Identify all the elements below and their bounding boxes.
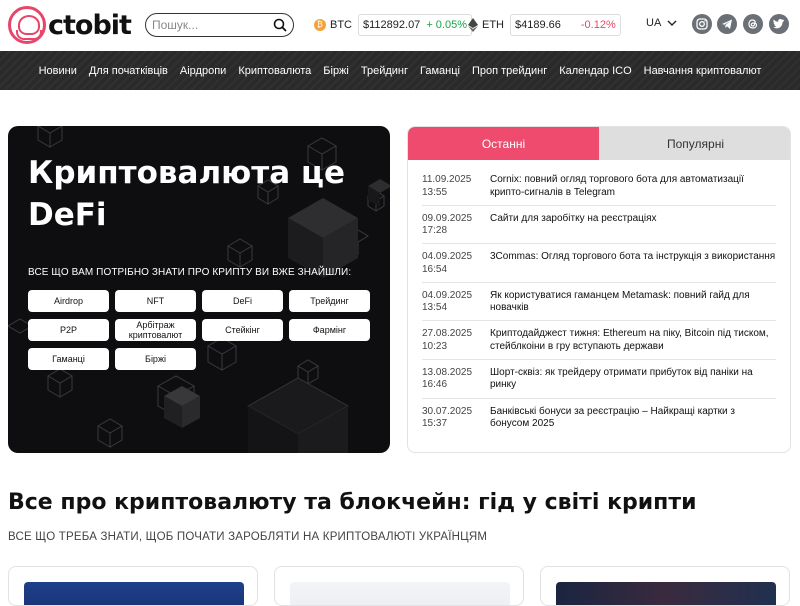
news-time: 15:37 [422, 418, 448, 430]
language-selector[interactable]: UA [646, 17, 677, 29]
news-title[interactable]: 3Commas: Огляд торгового бота та інструк… [490, 251, 776, 264]
chevron-down-icon [667, 20, 677, 26]
search-icon[interactable] [273, 18, 287, 32]
hero-title: Криптовалюта це DeFi [28, 155, 345, 233]
news-time: 17:28 [422, 225, 448, 237]
news-title[interactable]: Шорт-сквіз: як трейдеру отримати прибуто… [490, 367, 776, 392]
nav-item-beginners[interactable]: Для початківців [83, 65, 174, 77]
site-header: ctobit ₿ BTC $112892.07 + 0.05% ETH $418… [0, 0, 800, 50]
news-title[interactable]: Криптодайджест тижня: Ethereum на піку, … [490, 328, 776, 353]
octopus-logo-icon [8, 6, 46, 44]
nav-item-prop-trading[interactable]: Проп трейдинг [466, 65, 553, 77]
news-title[interactable]: Як користуватися гаманцем Metamask: повн… [490, 290, 776, 315]
threads-icon[interactable] [743, 14, 763, 34]
news-time: 13:55 [422, 186, 448, 198]
twitter-icon[interactable] [769, 14, 789, 34]
chip-farming[interactable]: Фармінг [289, 319, 370, 341]
eth-price: $4189.66 [515, 19, 561, 31]
main-nav: Новини Для початківців Аірдропи Криптова… [0, 51, 800, 90]
btc-price: $112892.07 [363, 19, 421, 31]
instagram-icon[interactable] [692, 14, 712, 34]
section-title: Все про криптовалюту та блокчейн: гід у … [8, 490, 697, 515]
list-item[interactable]: 04.09.2025 16:54 3Commas: Огляд торгового… [422, 244, 776, 283]
article-card[interactable] [274, 566, 524, 606]
chip-defi[interactable]: DeFi [202, 290, 283, 312]
news-time: 10:23 [422, 340, 448, 352]
eth-change: -0.12% [580, 19, 616, 31]
nav-item-exchanges[interactable]: Біржі [317, 65, 355, 77]
logo[interactable]: ctobit [8, 6, 132, 44]
nav-item-trading[interactable]: Трейдинг [355, 65, 414, 77]
btc-ticker[interactable]: ₿ BTC $112892.07 + 0.05% [314, 13, 472, 37]
news-time: 16:46 [422, 379, 448, 391]
news-date: 09.09.2025 [422, 212, 473, 224]
news-panel: Останні Популярні 11.09.2025 13:55 Cornix… [407, 126, 791, 453]
hero-banner: Криптовалюта це DeFi ВСЕ ЩО ВАМ ПОТРІБНО… [8, 126, 390, 453]
chip-arbitrage[interactable]: Арбітраж криптовалют [115, 319, 196, 341]
list-item[interactable]: 30.07.2025 15:37 Банківські бонуси за реє… [422, 399, 776, 438]
news-time: 16:54 [422, 263, 448, 275]
news-date: 11.09.2025 [422, 174, 472, 185]
section-subtitle: ВСЕ ЩО ТРЕБА ЗНАТИ, ЩОБ ПОЧАТИ ЗАРОБЛЯТИ… [8, 531, 488, 543]
chip-wallets[interactable]: Гаманці [28, 348, 109, 370]
news-date: 04.09.2025 [422, 289, 473, 301]
tab-popular[interactable]: Популярні [599, 127, 790, 160]
ethereum-icon [468, 18, 478, 32]
chip-p2p[interactable]: P2P [28, 319, 109, 341]
list-item[interactable]: 11.09.2025 13:55 Cornix: повний огляд тор… [422, 167, 776, 206]
article-image [290, 582, 510, 605]
search-input[interactable] [152, 18, 267, 32]
article-image [556, 582, 776, 605]
news-title[interactable]: Сайти для заробітку на реєстраціях [490, 213, 776, 226]
list-item[interactable]: 04.09.2025 13:54 Як користуватися гаманце… [422, 283, 776, 322]
bitcoin-icon: ₿ [314, 19, 326, 31]
list-item[interactable]: 09.09.2025 17:28 Сайти для заробітку на р… [422, 206, 776, 245]
news-date: 04.09.2025 [422, 251, 473, 263]
tab-latest[interactable]: Останні [408, 127, 599, 160]
article-image [24, 582, 244, 605]
language-current: UA [646, 17, 662, 29]
chip-airdrop[interactable]: Airdrop [28, 290, 109, 312]
nav-item-crypto-learning[interactable]: Навчання криптовалют [638, 65, 768, 77]
news-list: 11.09.2025 13:55 Cornix: повний огляд тор… [422, 167, 776, 437]
eth-ticker[interactable]: ETH $4189.66 -0.12% [468, 13, 621, 37]
eth-symbol: ETH [482, 19, 504, 31]
chip-trading[interactable]: Трейдинг [289, 290, 370, 312]
hero-subtitle: ВСЕ ЩО ВАМ ПОТРІБНО ЗНАТИ ПРО КРИПТУ ВИ … [28, 267, 352, 278]
news-date: 30.07.2025 [422, 405, 473, 417]
logo-text: ctobit [48, 9, 132, 41]
telegram-icon[interactable] [717, 14, 737, 34]
nav-item-wallets[interactable]: Гаманці [414, 65, 466, 77]
list-item[interactable]: 13.08.2025 16:46 Шорт-сквіз: як трейдеру … [422, 360, 776, 399]
nav-item-crypto[interactable]: Криптовалюта [232, 65, 317, 77]
nav-item-ico-calendar[interactable]: Календар ICO [553, 65, 637, 77]
news-date: 27.08.2025 [422, 328, 473, 340]
chip-nft[interactable]: NFT [115, 290, 196, 312]
nav-item-airdrops[interactable]: Аірдропи [174, 65, 232, 77]
news-time: 13:54 [422, 302, 448, 314]
article-card[interactable] [8, 566, 258, 606]
search-box[interactable] [145, 13, 294, 37]
nav-item-news[interactable]: Новини [33, 65, 83, 77]
chip-exchanges[interactable]: Біржі [115, 348, 196, 370]
chip-staking[interactable]: Стейкінг [202, 319, 283, 341]
list-item[interactable]: 27.08.2025 10:23 Криптодайджест тижня: Et… [422, 321, 776, 360]
news-title[interactable]: Cornix: повний огляд торгового бота для … [490, 174, 776, 199]
btc-change: + 0.05% [426, 19, 467, 31]
article-card[interactable] [540, 566, 790, 606]
btc-symbol: BTC [330, 19, 352, 31]
news-title[interactable]: Банківські бонуси за реєстрацію – Найкра… [490, 406, 776, 431]
news-date: 13.08.2025 [422, 366, 473, 378]
